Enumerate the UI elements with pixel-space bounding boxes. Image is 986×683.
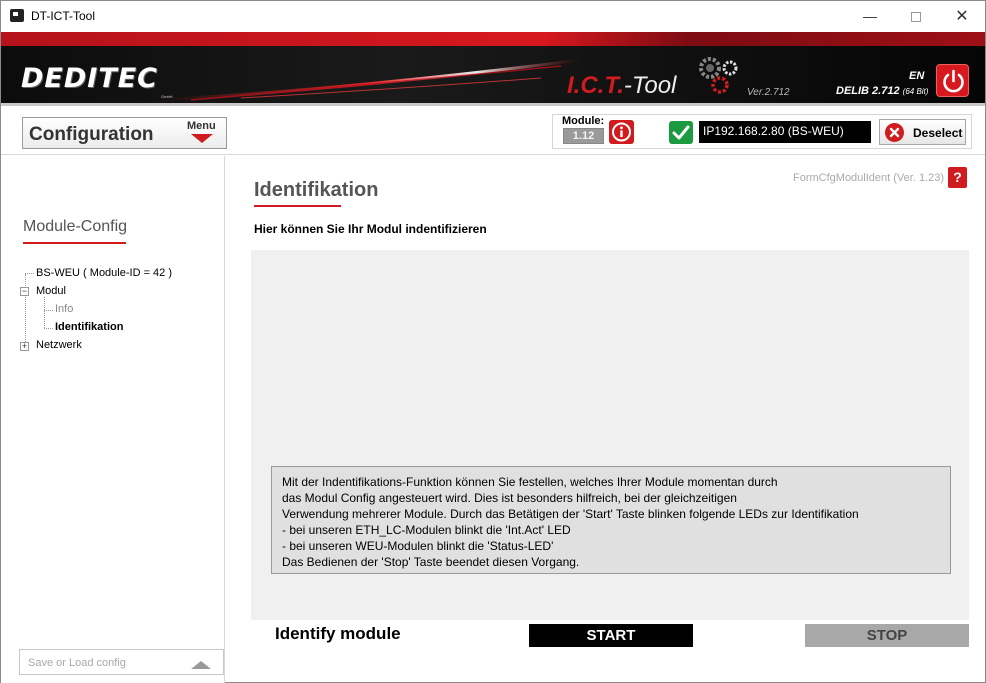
app-window: DT-ICT-Tool — ✕ DEDITEC GmbH I.C.T.-Tool	[0, 0, 986, 683]
config-bar: Configuration Menu Module: 1.12 IP192.16…	[1, 106, 985, 155]
info-icon	[612, 122, 631, 142]
expand-icon[interactable]: +	[20, 342, 29, 351]
sidebar-title-underline	[23, 242, 126, 244]
tree-line	[25, 273, 34, 274]
menu-button[interactable]: Configuration Menu	[22, 117, 227, 149]
close-circle-icon	[885, 123, 904, 142]
deselect-button[interactable]: Deselect	[879, 119, 966, 145]
menu-arrow-icon	[191, 134, 213, 143]
header-banner: DEDITEC GmbH I.C.T.-Tool Ver.2.712 EN DE…	[1, 46, 985, 103]
app-icon	[10, 9, 24, 22]
title-bar: DT-ICT-Tool — ✕	[1, 1, 985, 32]
page-title-underline	[254, 205, 341, 207]
delib-version: DELIB 2.712 (64 Bit)	[836, 85, 928, 97]
chevron-up-icon	[191, 661, 211, 669]
delib-bits: (64 Bit)	[902, 87, 929, 96]
deselect-label: Deselect	[913, 126, 963, 140]
light-streak-graphic	[161, 58, 581, 102]
delib-label: DELIB 2.712	[836, 85, 900, 97]
collapse-icon[interactable]: −	[20, 287, 29, 296]
tree-line	[44, 328, 53, 329]
language-switch[interactable]: EN	[909, 70, 924, 82]
app-version: Ver.2.712	[747, 87, 790, 98]
save-load-config[interactable]: Save or Load config	[19, 649, 224, 675]
maximize-button[interactable]	[893, 1, 939, 32]
tree-line	[44, 297, 45, 328]
tree-item-root[interactable]: BS-WEU ( Module-ID = 42 )	[36, 267, 172, 279]
app-name-ict: I.C.T.	[567, 72, 624, 99]
sidebar-title: Module-Config	[23, 218, 128, 235]
module-label: Module:	[562, 115, 605, 127]
info-line: Verwendung mehrerer Module. Durch das Be…	[282, 507, 859, 521]
deditec-logo: DEDITEC	[21, 63, 158, 94]
info-button[interactable]	[609, 120, 634, 144]
gears-icon	[699, 57, 738, 94]
module-panel: Module: 1.12 IP192.168.2.80 (BS-WEU) Des…	[552, 114, 972, 149]
close-button[interactable]: ✕	[939, 1, 985, 32]
help-button[interactable]: ?	[948, 167, 967, 188]
module-version-badge: 1.12	[563, 128, 604, 144]
connected-check-icon	[669, 121, 693, 144]
page-title: Identifikation	[254, 179, 379, 201]
info-line: Das Bedienen der 'Stop' Taste beendet di…	[282, 555, 580, 569]
menu-label: Menu	[187, 120, 216, 132]
minimize-button[interactable]: —	[847, 1, 893, 32]
info-line: - bei unseren WEU-Modulen blinkt die 'St…	[282, 539, 554, 553]
info-line: das Modul Config angesteuert wird. Dies …	[282, 491, 737, 505]
save-load-placeholder: Save or Load config	[28, 657, 126, 669]
tree-item-identifikation[interactable]: Identifikation	[55, 321, 123, 333]
sidebar: Module-Config BS-WEU ( Module-ID = 42 ) …	[1, 156, 225, 683]
info-line: - bei unseren ETH_LC-Modulen blinkt die …	[282, 523, 571, 537]
app-name-tool: -Tool	[623, 72, 677, 99]
app-name: I.C.T.-Tool	[567, 72, 676, 100]
tree-item-netzwerk[interactable]: Netzwerk	[36, 339, 82, 351]
tree-line	[25, 274, 26, 346]
power-button[interactable]	[936, 64, 969, 97]
module-ip-field[interactable]: IP192.168.2.80 (BS-WEU)	[699, 121, 871, 143]
identify-module-label: Identify module	[275, 624, 401, 643]
power-icon	[943, 69, 964, 93]
tree-item-modul[interactable]: Modul	[36, 285, 66, 297]
maximize-icon	[911, 12, 921, 23]
form-identifier: FormCfgModulIdent (Ver. 1.23)	[793, 172, 945, 184]
info-line: Mit der Indentifikations-Funktion können…	[282, 475, 778, 489]
config-title: Configuration	[29, 124, 154, 145]
info-text-box: Mit der Indentifikations-Funktion können…	[271, 466, 951, 574]
window-title: DT-ICT-Tool	[31, 9, 96, 23]
banner-stripe	[1, 32, 985, 46]
start-button[interactable]: START	[529, 624, 693, 647]
page-subtitle: Hier können Sie Ihr Modul indentifiziere…	[254, 222, 487, 236]
tree-item-info[interactable]: Info	[55, 303, 73, 315]
tree-line	[44, 310, 53, 311]
stop-button[interactable]: STOP	[805, 624, 969, 647]
